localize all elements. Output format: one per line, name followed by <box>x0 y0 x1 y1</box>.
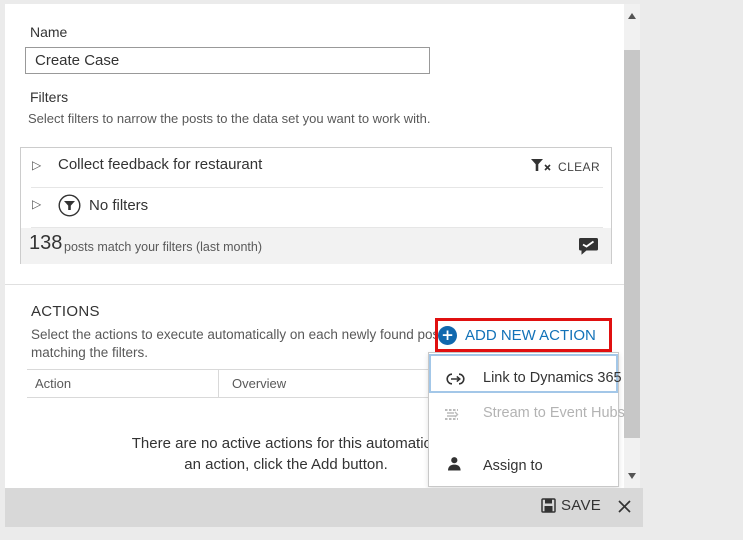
scroll-down-icon[interactable] <box>628 473 636 479</box>
dialog-footer: SAVE <box>5 488 643 527</box>
save-icon <box>541 498 556 513</box>
filter-row-nofilters[interactable]: ▷ No filters <box>21 187 611 227</box>
actions-section-title: ACTIONS <box>31 303 100 320</box>
filters-panel: ▷ Collect feedback for restaurant CLEAR … <box>20 147 612 264</box>
column-header-overview: Overview <box>232 376 286 391</box>
match-count: 138 <box>29 232 62 255</box>
menu-item-assign-to[interactable]: Assign to <box>429 447 618 486</box>
actions-description-line1: Select the actions to execute automatica… <box>31 327 443 342</box>
scroll-up-icon[interactable] <box>628 13 636 19</box>
expander-icon[interactable]: ▷ <box>32 158 41 172</box>
menu-item-label: Link to Dynamics 365 <box>483 370 622 386</box>
filter-row-search[interactable]: ▷ Collect feedback for restaurant CLEAR <box>21 148 611 187</box>
menu-item-stream-to-event-hubs: Stream to Event Hubs <box>429 394 618 433</box>
filters-label: Filters <box>30 89 68 105</box>
match-text: posts match your filters (last month) <box>64 240 262 254</box>
person-icon <box>446 456 462 472</box>
plus-icon: + <box>438 326 457 345</box>
filter-match-row: 138 posts match your filters (last month… <box>21 228 611 264</box>
column-header-action: Action <box>35 376 71 391</box>
menu-item-link-to-dynamics[interactable]: Link to Dynamics 365 <box>429 354 618 393</box>
add-new-action-label: ADD NEW ACTION <box>465 327 596 344</box>
save-button[interactable]: SAVE <box>541 497 601 514</box>
close-icon[interactable] <box>617 499 632 514</box>
filter-row-title: Collect feedback for restaurant <box>58 156 262 173</box>
add-action-menu: Link to Dynamics 365 Stream to Event Hub… <box>428 352 619 487</box>
link-icon <box>444 373 467 385</box>
add-new-action-button[interactable]: + ADD NEW ACTION <box>438 321 596 349</box>
clear-filter-icon[interactable] <box>530 158 554 174</box>
divider <box>5 284 624 285</box>
expander-icon[interactable]: ▷ <box>32 197 41 211</box>
menu-item-label: Assign to <box>483 458 543 474</box>
clear-filter-button[interactable]: CLEAR <box>558 160 600 174</box>
filters-description: Select filters to narrow the posts to th… <box>28 111 430 126</box>
vertical-scrollbar[interactable] <box>624 4 640 488</box>
actions-description-line2: matching the filters. <box>31 345 148 360</box>
scrollbar-thumb[interactable] <box>624 50 640 438</box>
filter-row-title: No filters <box>89 197 148 214</box>
name-input[interactable] <box>25 47 430 74</box>
menu-item-label: Stream to Event Hubs <box>483 405 625 421</box>
posts-preview-icon[interactable] <box>578 237 599 256</box>
save-label: SAVE <box>561 497 601 514</box>
filter-funnel-icon <box>58 194 81 217</box>
name-label: Name <box>30 24 67 40</box>
event-hubs-icon <box>444 407 459 422</box>
table-column-divider <box>218 369 219 397</box>
